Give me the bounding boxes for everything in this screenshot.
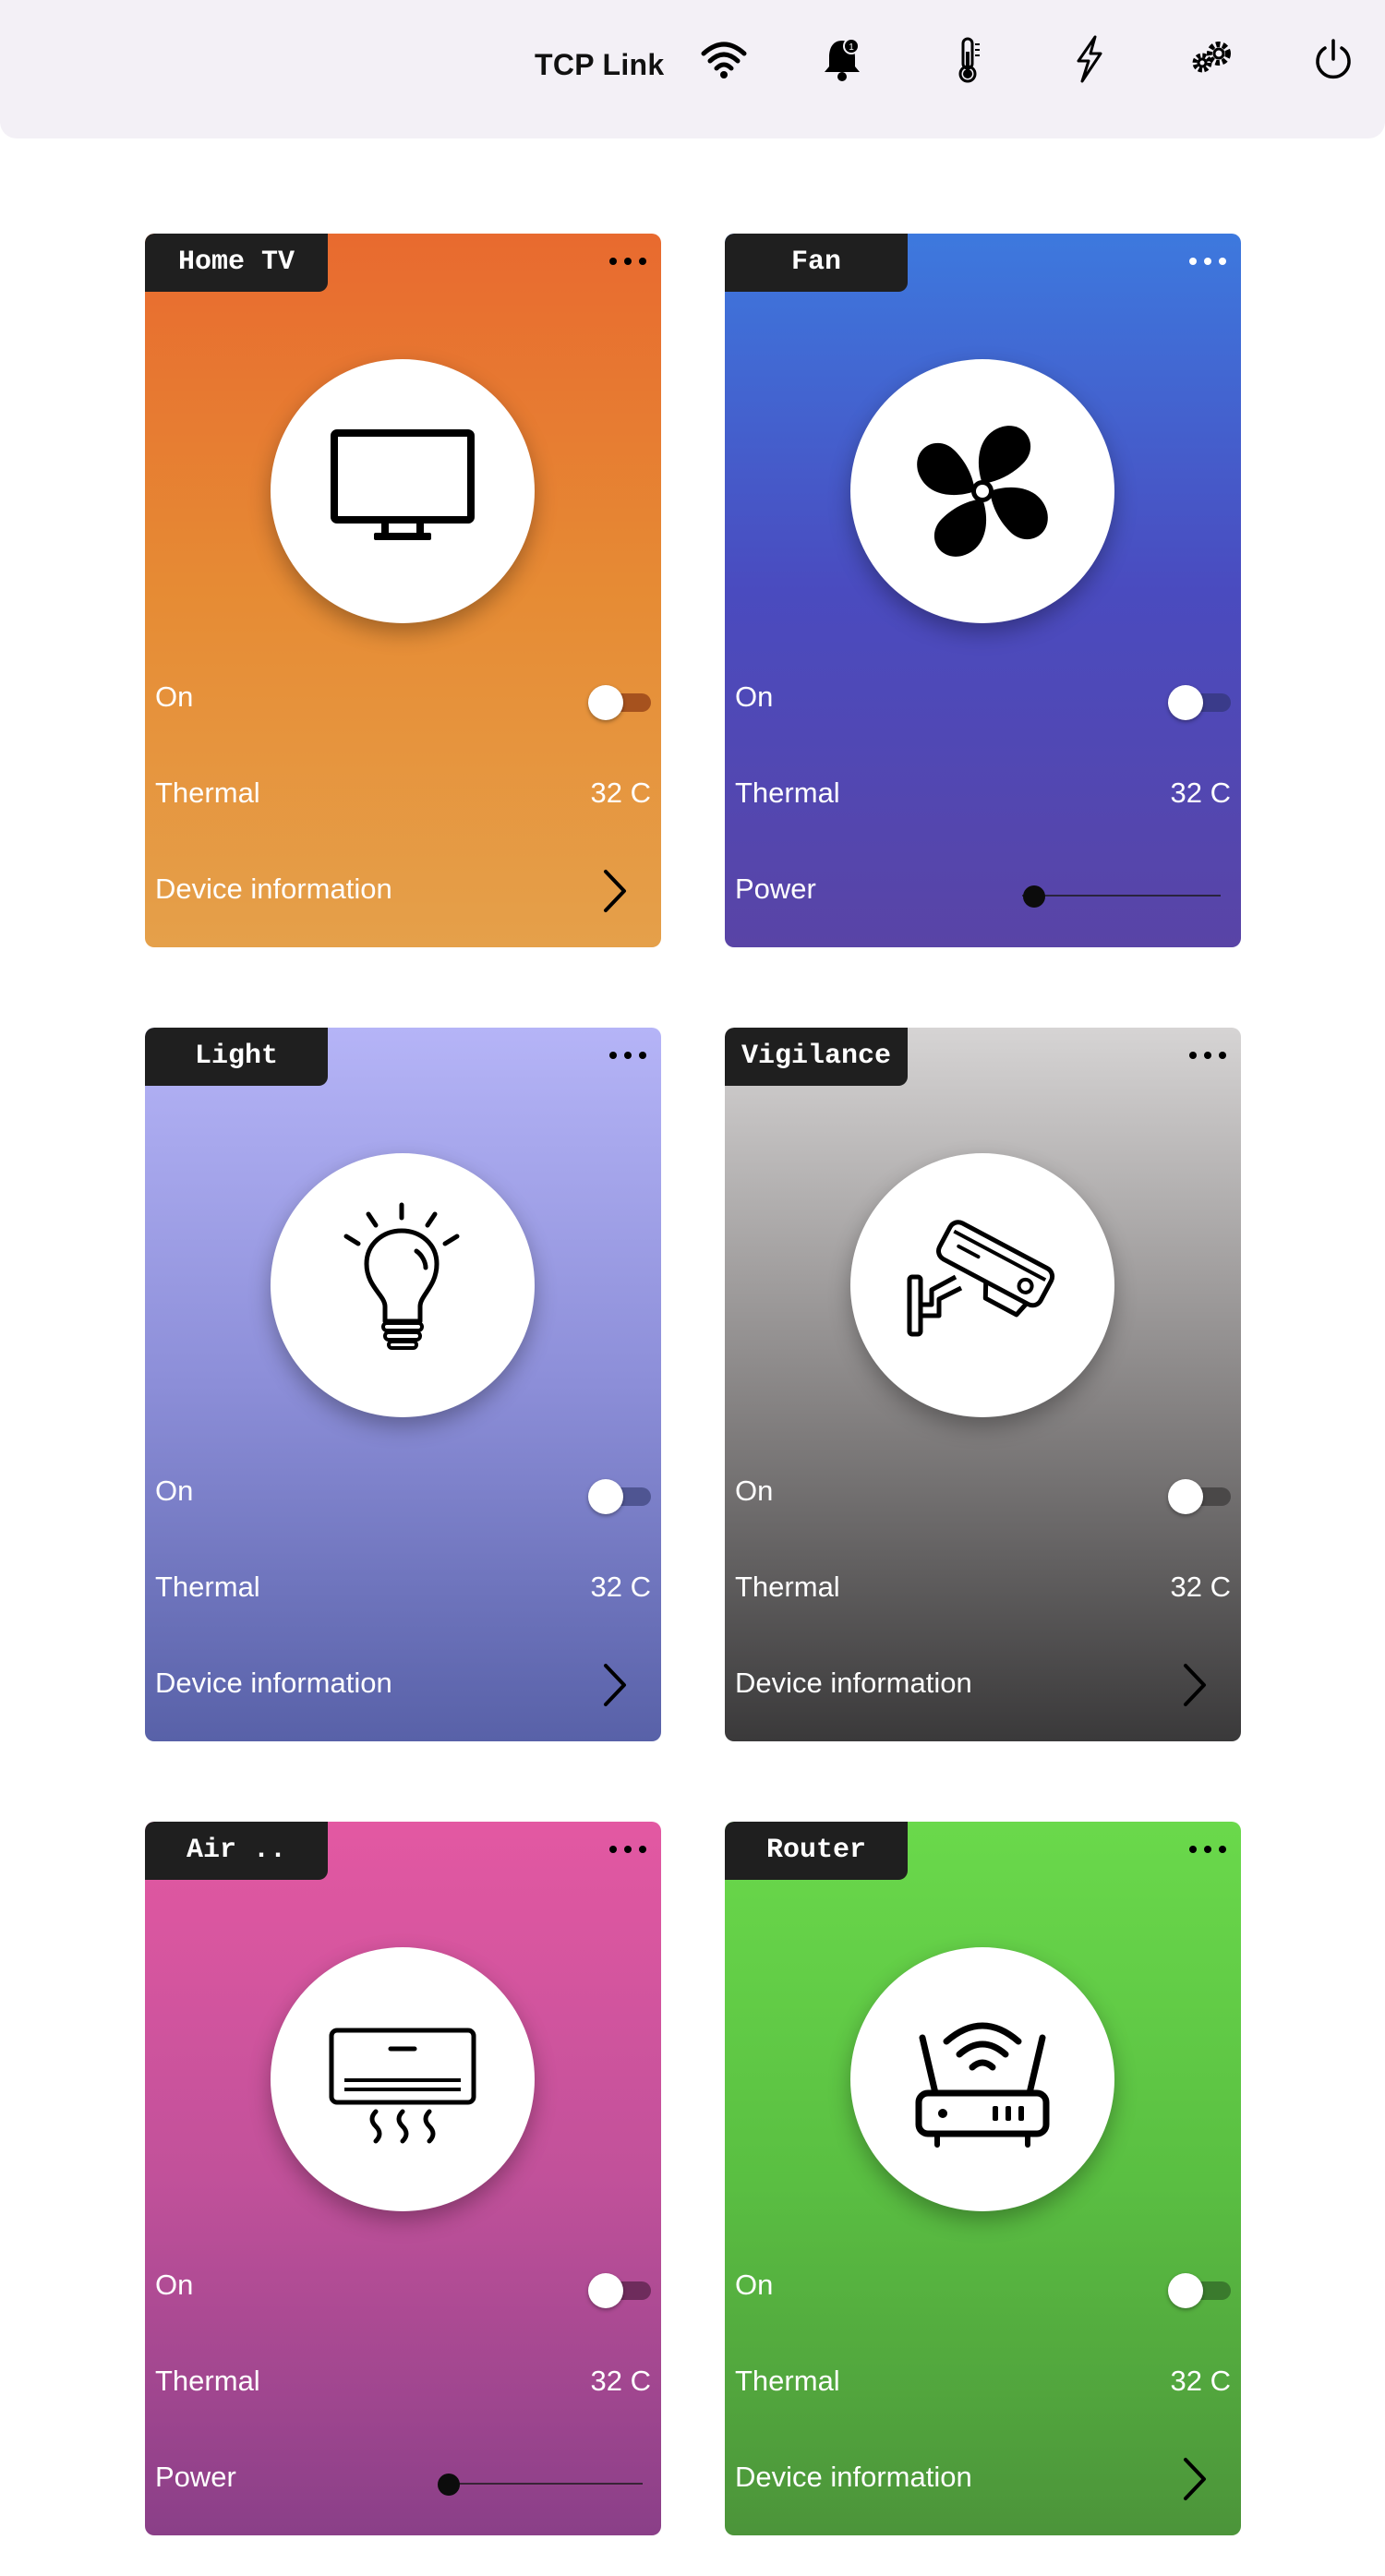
- thermal-label: Thermal: [155, 776, 260, 809]
- thermal-label: Thermal: [155, 2365, 260, 2397]
- power-slider[interactable]: [1022, 882, 1221, 909]
- security-camera-icon: [907, 1220, 1055, 1337]
- thermal-value: 32 C: [1170, 1571, 1231, 1603]
- more-options-icon[interactable]: [606, 1840, 650, 1859]
- lightning-icon[interactable]: [1064, 33, 1115, 85]
- slider-track: [440, 2483, 643, 2485]
- air-conditioner-icon: [329, 2028, 476, 2144]
- chevron-right-icon[interactable]: [1180, 2456, 1210, 2502]
- chevron-right-icon[interactable]: [1180, 1662, 1210, 1708]
- thermal-label: Thermal: [735, 776, 840, 809]
- thermal-value: 32 C: [1170, 776, 1231, 809]
- device-card-air-conditioner[interactable]: Air .. On Thermal 32 C Power: [145, 1822, 661, 2535]
- device-name-tag: Air ..: [145, 1822, 328, 1880]
- more-options-icon[interactable]: [1186, 1046, 1230, 1065]
- bell-icon[interactable]: 1: [816, 33, 868, 85]
- state-label: On: [735, 1475, 774, 1507]
- power-toggle[interactable]: [588, 2272, 651, 2309]
- state-label: On: [735, 2269, 774, 2301]
- power-label: Power: [735, 873, 816, 905]
- slider-thumb[interactable]: [438, 2474, 460, 2496]
- gears-icon[interactable]: [1186, 33, 1237, 85]
- thermal-label: Thermal: [735, 2365, 840, 2397]
- thermal-value: 32 C: [590, 1571, 651, 1603]
- chevron-right-icon[interactable]: [600, 868, 630, 914]
- device-name-tag: Fan: [725, 234, 908, 292]
- device-name-tag: Home TV: [145, 234, 328, 292]
- state-label: On: [155, 2269, 194, 2301]
- power-toggle[interactable]: [1168, 2272, 1231, 2309]
- chevron-right-icon[interactable]: [600, 1662, 630, 1708]
- power-toggle[interactable]: [588, 684, 651, 721]
- state-label: On: [155, 1475, 194, 1507]
- app-title: TCP Link: [535, 48, 665, 81]
- top-bar: TCP Link 1: [0, 0, 1385, 138]
- device-information-link[interactable]: Device information: [155, 1667, 392, 1700]
- fan-icon: [917, 426, 1048, 557]
- device-card-fan[interactable]: Fan On Thermal 32 C Power: [725, 234, 1241, 947]
- router-icon: [915, 2022, 1050, 2148]
- state-label: On: [735, 680, 774, 713]
- device-information-link[interactable]: Device information: [735, 2461, 972, 2494]
- device-card-home-tv[interactable]: Home TV On Thermal 32 C Device informati…: [145, 234, 661, 947]
- slider-thumb[interactable]: [1023, 885, 1045, 908]
- thermal-value: 32 C: [1170, 2365, 1231, 2397]
- notification-badge: 1: [849, 42, 854, 53]
- power-icon[interactable]: [1307, 33, 1359, 85]
- device-information-link[interactable]: Device information: [155, 873, 392, 906]
- device-name-tag: Router: [725, 1822, 908, 1880]
- thermal-label: Thermal: [735, 1571, 840, 1603]
- power-label: Power: [155, 2461, 236, 2493]
- tv-icon: [331, 429, 475, 540]
- thermal-value: 32 C: [590, 2365, 651, 2397]
- device-icon-circle: [850, 1947, 1114, 2211]
- lightbulb-icon: [343, 1202, 460, 1350]
- device-name-tag: Vigilance: [725, 1028, 908, 1086]
- device-information-link[interactable]: Device information: [735, 1667, 972, 1700]
- power-toggle[interactable]: [588, 1478, 651, 1515]
- thermometer-icon[interactable]: [944, 33, 995, 85]
- thermal-value: 32 C: [590, 776, 651, 809]
- more-options-icon[interactable]: [1186, 1840, 1230, 1859]
- device-card-light[interactable]: Light On Thermal 32 C Device information: [145, 1028, 661, 1741]
- device-icon-circle: [271, 359, 535, 623]
- power-slider[interactable]: [438, 2470, 643, 2498]
- power-toggle[interactable]: [1168, 1478, 1231, 1515]
- more-options-icon[interactable]: [606, 1046, 650, 1065]
- device-icon-circle: [850, 359, 1114, 623]
- thermal-label: Thermal: [155, 1571, 260, 1603]
- more-options-icon[interactable]: [1186, 252, 1230, 271]
- wifi-icon[interactable]: [698, 33, 750, 85]
- device-icon-circle: [271, 1153, 535, 1417]
- more-options-icon[interactable]: [606, 252, 650, 271]
- device-card-router[interactable]: Router On Thermal 32 C Device informatio…: [725, 1822, 1241, 2535]
- device-icon-circle: [850, 1153, 1114, 1417]
- power-toggle[interactable]: [1168, 684, 1231, 721]
- slider-track: [1022, 895, 1221, 897]
- device-card-vigilance[interactable]: Vigilance On Thermal 32 C Device informa…: [725, 1028, 1241, 1741]
- state-label: On: [155, 680, 194, 713]
- device-icon-circle: [271, 1947, 535, 2211]
- device-name-tag: Light: [145, 1028, 328, 1086]
